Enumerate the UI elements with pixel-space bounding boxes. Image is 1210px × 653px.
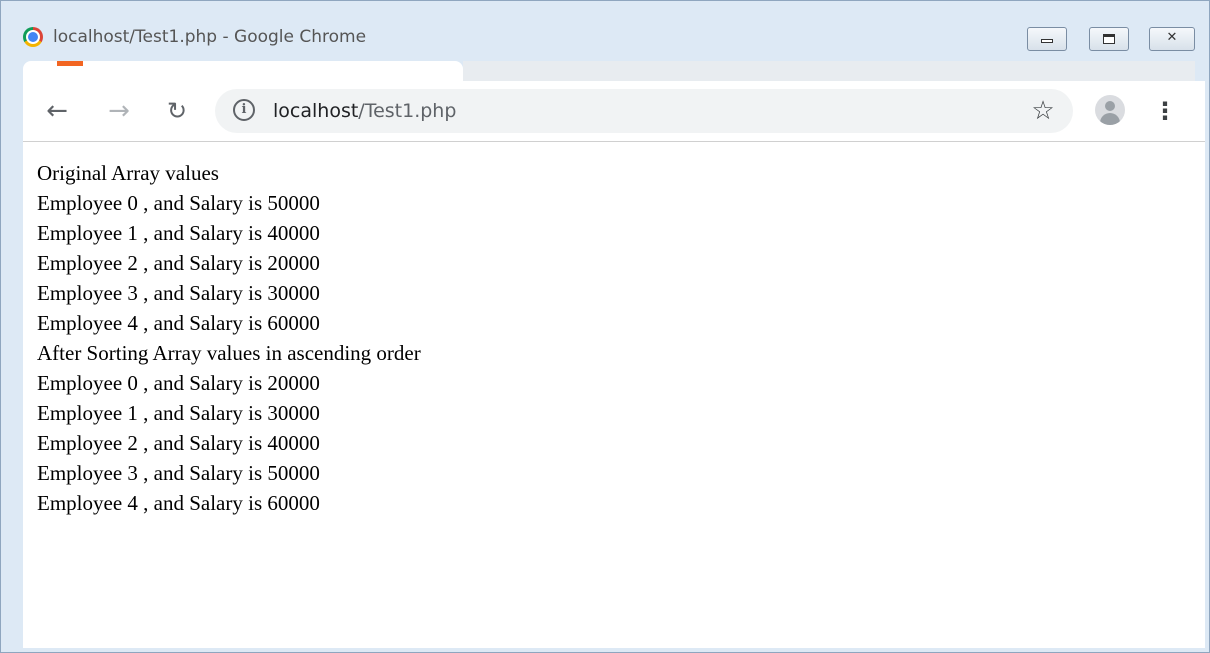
url-text[interactable]: localhost/Test1.php (273, 100, 456, 122)
back-arrow-icon[interactable]: ← (41, 95, 73, 127)
output-line: Employee 3 , and Salary is 30000 (37, 281, 320, 305)
page-viewport: Original Array values Employee 0 , and S… (23, 142, 1205, 648)
close-button[interactable] (1149, 27, 1195, 51)
page-output: Original Array values Employee 0 , and S… (37, 158, 421, 518)
forward-arrow-icon[interactable]: → (103, 95, 135, 127)
output-heading-sorted: After Sorting Array values in ascending … (37, 341, 421, 365)
output-line: Employee 1 , and Salary is 30000 (37, 401, 320, 425)
maximize-button[interactable] (1089, 27, 1129, 51)
chrome-logo-icon (23, 27, 43, 47)
address-bar[interactable]: i localhost/Test1.php (215, 89, 1073, 133)
profile-avatar-icon[interactable] (1095, 95, 1125, 125)
browser-window: localhost/Test1.php - Google Chrome ← → … (0, 0, 1210, 653)
output-line: Employee 4 , and Salary is 60000 (37, 491, 320, 515)
url-host: localhost (273, 100, 359, 122)
menu-kebab-icon[interactable]: ⋮ (1153, 95, 1177, 127)
output-line: Employee 0 , and Salary is 20000 (37, 371, 320, 395)
bookmark-star-icon[interactable]: ☆ (1027, 95, 1059, 127)
browser-toolbar: ← → ↻ i localhost/Test1.php ☆ ⋮ (23, 81, 1205, 142)
output-line: Employee 2 , and Salary is 40000 (37, 431, 320, 455)
output-heading-original: Original Array values (37, 161, 219, 185)
output-line: Employee 1 , and Salary is 40000 (37, 221, 320, 245)
output-line: Employee 3 , and Salary is 50000 (37, 461, 320, 485)
url-path: /Test1.php (358, 100, 457, 122)
output-line: Employee 0 , and Salary is 50000 (37, 191, 320, 215)
tab-strip (463, 61, 1195, 81)
active-tab[interactable] (23, 61, 463, 81)
output-line: Employee 2 , and Salary is 20000 (37, 251, 320, 275)
reload-icon[interactable]: ↻ (161, 95, 193, 127)
minimize-button[interactable] (1027, 27, 1067, 51)
window-title: localhost/Test1.php - Google Chrome (53, 27, 367, 47)
info-icon[interactable]: i (233, 99, 255, 121)
output-line: Employee 4 , and Salary is 60000 (37, 311, 320, 335)
